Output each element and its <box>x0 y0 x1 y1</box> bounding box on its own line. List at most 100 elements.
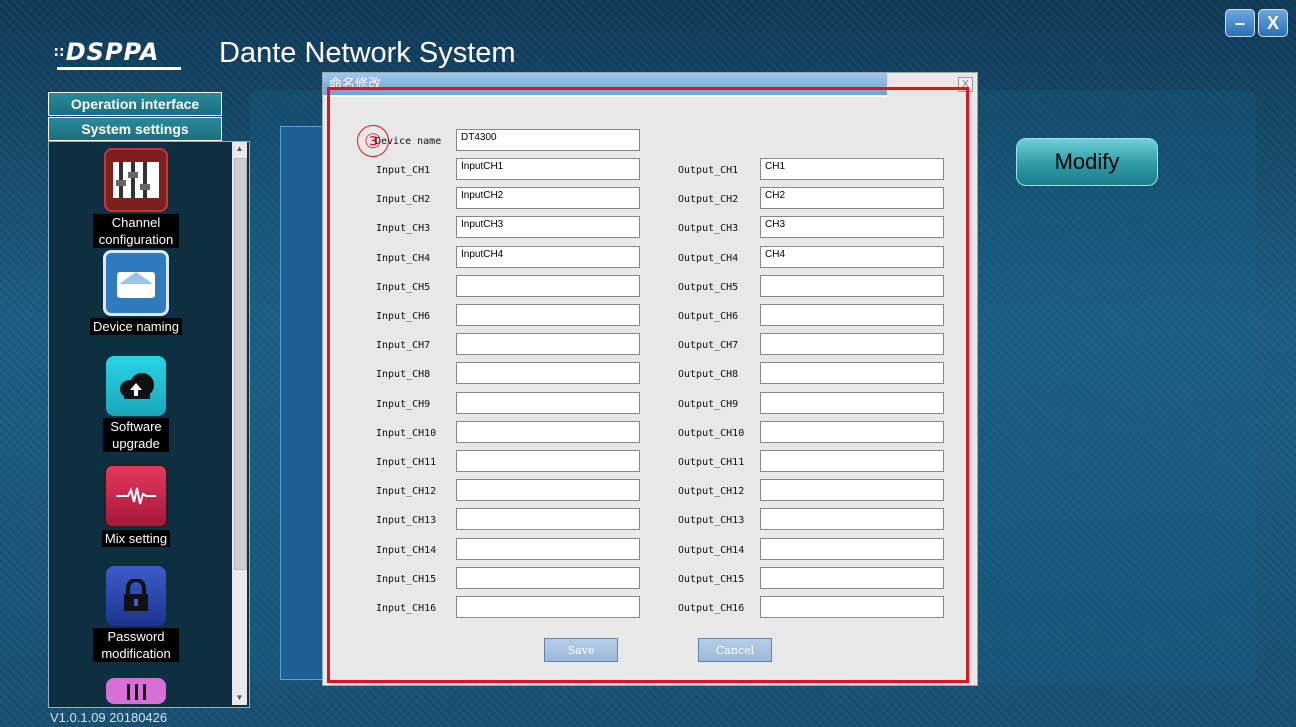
version-label: V1.0.1.09 20180426 <box>50 710 168 725</box>
output-ch-field[interactable]: CH4 <box>760 245 944 268</box>
input-ch-field[interactable] <box>456 508 640 531</box>
tab-system-settings[interactable]: System settings <box>48 117 222 141</box>
input-ch-label: Input_CH15 <box>376 573 437 585</box>
output-ch-field[interactable]: CH2 <box>760 187 944 210</box>
input-ch-label: Input_CH4 <box>376 252 431 264</box>
input-ch-label: Input_CH6 <box>376 311 431 322</box>
output-ch-field[interactable] <box>760 508 944 531</box>
output-ch-field[interactable] <box>760 304 944 326</box>
input-ch-label: Input_CH9 <box>376 398 431 410</box>
input-ch-label: Input_CH10 <box>376 427 437 439</box>
output-ch-field[interactable] <box>760 274 944 297</box>
output-ch-field[interactable] <box>760 566 944 589</box>
waveform-icon <box>104 464 168 528</box>
output-ch-label: Output_CH15 <box>678 573 745 585</box>
input-ch-label: Input_CH13 <box>376 515 437 527</box>
minimize-icon: – <box>1234 12 1245 33</box>
save-button[interactable]: Save <box>544 638 618 662</box>
input-ch-field[interactable]: InputCH3 <box>456 216 640 239</box>
output-ch-field[interactable]: CH1 <box>760 158 944 180</box>
logo-text: DSPPA <box>65 38 160 66</box>
input-ch-field[interactable]: InputCH2 <box>456 187 640 210</box>
output-ch-field[interactable] <box>760 479 944 502</box>
input-ch-label: Input_CH1 <box>376 165 431 176</box>
output-ch-field[interactable] <box>760 537 944 560</box>
sidebar-item-mix-setting[interactable]: Mix setting <box>55 464 217 548</box>
input-ch-field[interactable] <box>456 450 640 472</box>
input-ch-label: Input_CH5 <box>376 281 431 293</box>
sidebar-item-label: Device naming <box>90 318 182 335</box>
brand-logo: ∷DSPPA <box>54 38 160 66</box>
output-ch-field[interactable]: CH3 <box>760 216 944 239</box>
output-ch-label: Output_CH13 <box>678 515 745 527</box>
equalizer-icon <box>106 678 166 704</box>
device-name-label: Device name <box>375 136 442 147</box>
output-ch-field[interactable] <box>760 333 944 356</box>
minimize-button[interactable]: – <box>1225 9 1255 37</box>
channel-config-icon <box>104 148 168 212</box>
device-list-panel <box>280 126 326 680</box>
cloud-upload-icon <box>106 356 166 416</box>
input-ch-field[interactable] <box>456 537 640 560</box>
input-ch-field[interactable] <box>456 596 640 618</box>
input-ch-label: Input_CH11 <box>376 457 437 468</box>
tab-operation-interface[interactable]: Operation interface <box>48 92 222 116</box>
output-ch-label: Output_CH4 <box>678 252 739 264</box>
device-name-field[interactable]: DT4300 <box>456 129 640 151</box>
output-ch-field[interactable] <box>760 596 944 618</box>
output-ch-label: Output_CH12 <box>678 486 745 498</box>
input-ch-label: Input_CH3 <box>376 223 431 235</box>
output-ch-label: Output_CH6 <box>678 311 739 322</box>
scroll-up-icon[interactable]: ▲ <box>232 142 247 156</box>
scroll-thumb[interactable] <box>234 158 247 570</box>
input-ch-label: Input_CH2 <box>376 194 431 206</box>
modify-button[interactable]: Modify <box>1016 138 1158 186</box>
output-ch-label: Output_CH5 <box>678 281 739 293</box>
output-ch-field[interactable] <box>760 362 944 385</box>
output-ch-label: Output_CH14 <box>678 544 745 556</box>
output-ch-label: Output_CH11 <box>678 457 745 468</box>
device-naming-icon <box>103 250 169 316</box>
output-ch-label: Output_CH16 <box>678 603 745 614</box>
output-ch-label: Output_CH9 <box>678 398 739 410</box>
input-ch-field[interactable] <box>456 304 640 326</box>
output-ch-label: Output_CH7 <box>678 340 739 352</box>
lock-icon <box>106 566 166 626</box>
output-ch-label: Output_CH3 <box>678 223 739 235</box>
close-button[interactable]: X <box>1258 9 1288 37</box>
sidebar-item-channel-configuration[interactable]: Channel configuration <box>55 148 217 249</box>
output-ch-field[interactable] <box>760 450 944 472</box>
input-ch-field[interactable] <box>456 333 640 356</box>
app-title: Dante Network System <box>219 37 516 69</box>
output-ch-label: Output_CH10 <box>678 427 745 439</box>
close-icon: X <box>1266 12 1279 33</box>
sidebar-item-label: Channel configuration <box>93 214 179 248</box>
scroll-down-icon[interactable]: ▼ <box>232 691 247 705</box>
sidebar-item-software-upgrade[interactable]: Software upgrade <box>55 356 217 453</box>
input-ch-field[interactable] <box>456 479 640 502</box>
sidebar-scrollbar[interactable]: ▲ ▼ <box>232 142 247 705</box>
sidebar-item-label: Mix setting <box>101 530 171 547</box>
cancel-button[interactable]: Cancel <box>698 638 772 662</box>
sidebar-item-label: Software upgrade <box>103 418 169 452</box>
input-ch-field[interactable]: InputCH4 <box>456 245 640 268</box>
input-ch-field[interactable] <box>456 391 640 414</box>
input-ch-field[interactable] <box>456 274 640 297</box>
input-ch-field[interactable] <box>456 420 640 443</box>
input-ch-label: Input_CH12 <box>376 486 437 498</box>
sidebar-item-device-naming[interactable]: Device naming <box>55 250 217 336</box>
output-ch-field[interactable] <box>760 391 944 414</box>
input-ch-label: Input_CH16 <box>376 603 437 614</box>
output-ch-field[interactable] <box>760 420 944 443</box>
logo-underline <box>57 67 181 70</box>
sidebar-item-label: Password modification <box>93 628 179 662</box>
input-ch-label: Input_CH8 <box>376 369 431 381</box>
logo-dots: ∷ <box>54 45 65 61</box>
input-ch-field[interactable] <box>456 362 640 385</box>
sidebar-item-partial[interactable] <box>55 678 217 704</box>
sidebar-item-password-modification[interactable]: Password modification <box>55 566 217 663</box>
input-ch-field[interactable]: InputCH1 <box>456 158 640 180</box>
input-ch-label: Input_CH7 <box>376 340 431 352</box>
output-ch-label: Output_CH2 <box>678 194 739 206</box>
input-ch-field[interactable] <box>456 566 640 589</box>
